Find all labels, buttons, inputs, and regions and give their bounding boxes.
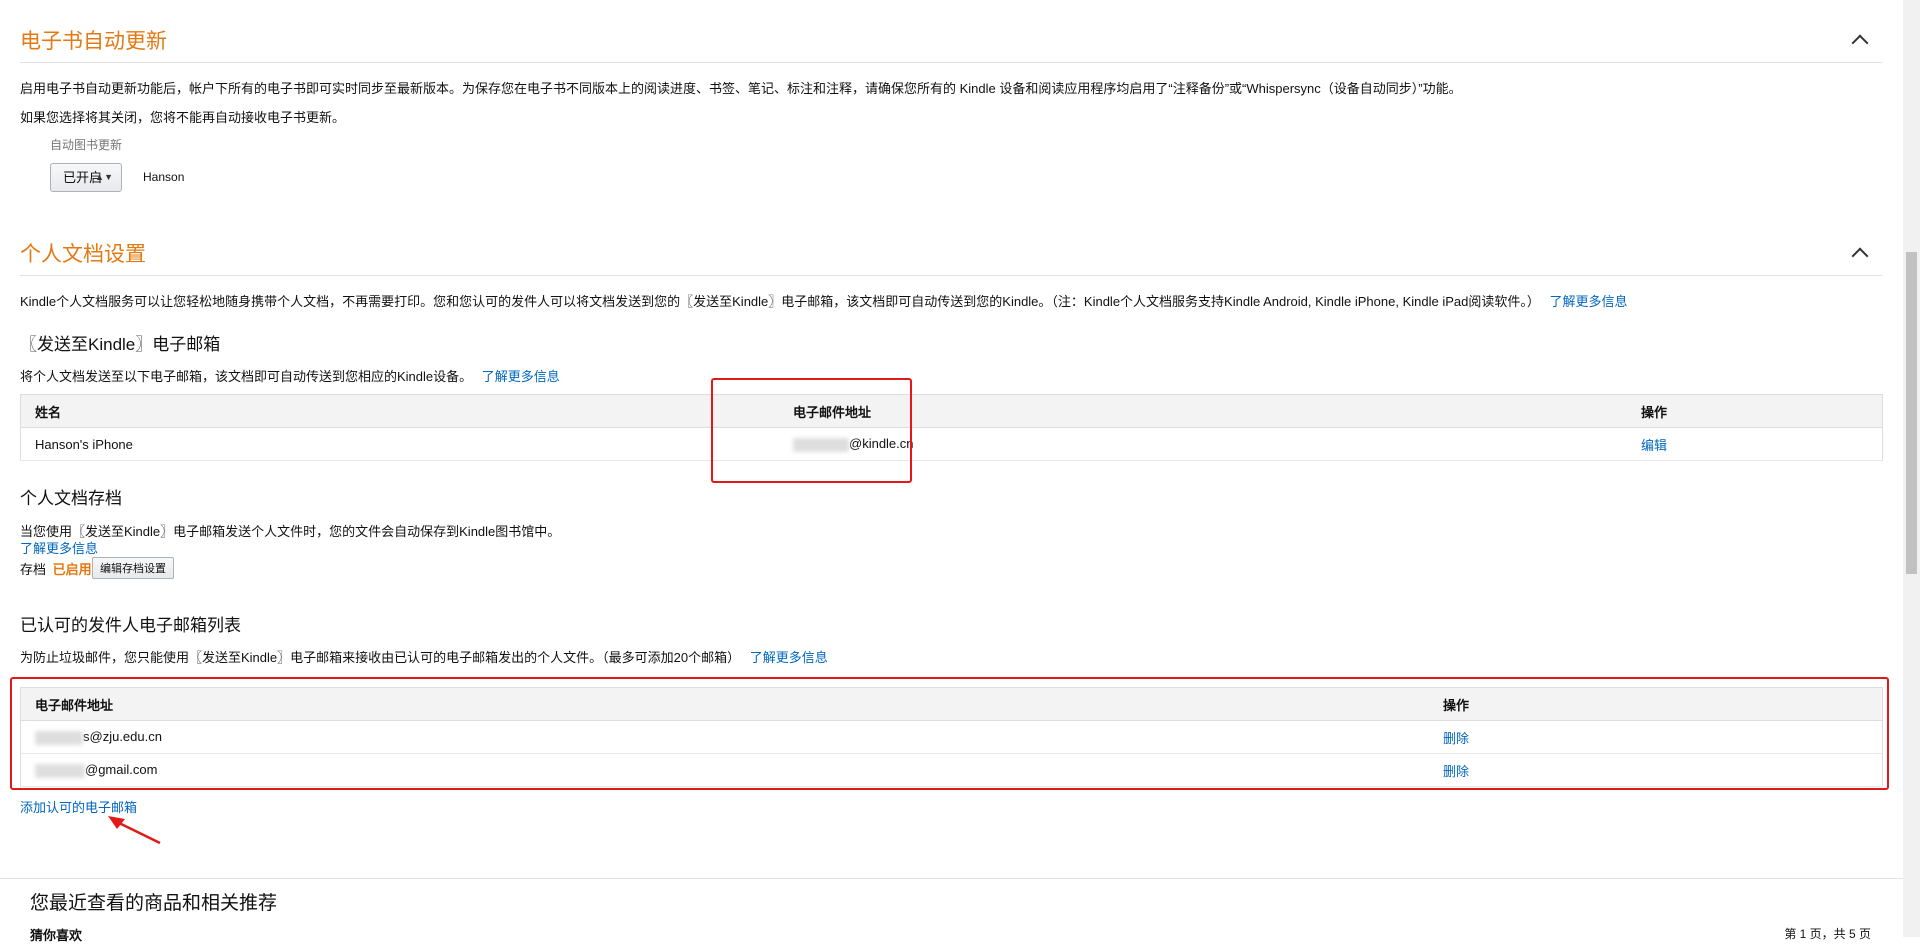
column-header-name: 姓名 xyxy=(20,394,779,428)
archive-heading: 个人文档存档 xyxy=(20,489,122,508)
personal-section-header[interactable]: 个人文档设置 xyxy=(20,233,1882,276)
approved-learn-more-link[interactable]: 了解更多信息 xyxy=(750,650,828,665)
annotation-arrow-icon xyxy=(108,816,161,845)
kindle-email-table: 姓名 电子邮件地址 操作 Hanson's iPhone @kindle.cn … xyxy=(20,394,1883,461)
table-header-row: 姓名 电子邮件地址 操作 xyxy=(20,394,1883,428)
approved-senders-text: 为防止垃圾邮件，您只能使用〖发送至Kindle〗电子邮箱来接收由已认可的电子邮箱… xyxy=(20,650,741,665)
column-header-action: 操作 xyxy=(1627,394,1883,428)
personal-docs-description: Kindle个人文档服务可以让您轻松地随身携带个人文档，不再需要打印。您和您认可… xyxy=(20,291,1627,310)
recommendations-subtitle: 猜你喜欢 xyxy=(30,928,83,943)
approved-senders-description: 为防止垃圾邮件，您只能使用〖发送至Kindle〗电子邮箱来接收由已认可的电子邮箱… xyxy=(20,647,828,666)
auto-update-dropdown[interactable]: 已开启 ▲▼ xyxy=(50,163,122,192)
scrollbar-thumb[interactable] xyxy=(1906,252,1917,574)
send-to-kindle-description: 将个人文档发送至以下电子邮箱，该文档即可自动传送到您相应的Kindle设备。 了… xyxy=(20,366,560,385)
archive-status-value: 已启用 xyxy=(52,562,92,577)
recommendations-pager: 第 1 页，共 5 页 xyxy=(1784,927,1871,941)
ebook-description: 启用电子书自动更新功能后，帐户下所有的电子书即可实时同步至最新版本。为保存您在电… xyxy=(20,81,1462,96)
account-owner-name: Hanson xyxy=(143,170,185,184)
select-arrows-icon: ▲▼ xyxy=(95,172,113,182)
archive-status: 存档 已启用 xyxy=(20,559,92,578)
send-to-kindle-text: 将个人文档发送至以下电子邮箱，该文档即可自动传送到您相应的Kindle设备。 xyxy=(20,369,473,384)
chevron-up-icon xyxy=(1851,247,1869,265)
vertical-scrollbar[interactable] xyxy=(1903,0,1920,937)
table-row: Hanson's iPhone @kindle.cn 编辑 xyxy=(20,427,1883,461)
personal-learn-more-link[interactable]: 了解更多信息 xyxy=(1549,294,1627,309)
highlight-box-kindle-email xyxy=(711,378,912,483)
recommendations-panel: 您最近查看的商品和相关推荐 猜你喜欢 第 1 页，共 5 页 xyxy=(0,878,1903,943)
personal-section-title: 个人文档设置 xyxy=(20,243,146,266)
collapse-ebook-button[interactable] xyxy=(1850,30,1870,52)
page: 电子书自动更新 启用电子书自动更新功能后，帐户下所有的电子书即可实时同步至最新版… xyxy=(0,0,1903,943)
ebook-disable-note: 如果您选择将其关闭，您将不能再自动接收电子书更新。 xyxy=(20,110,346,125)
archive-status-label: 存档 xyxy=(20,562,47,577)
collapse-personal-button[interactable] xyxy=(1850,243,1870,265)
send-to-kindle-learn-more-link[interactable]: 了解更多信息 xyxy=(482,369,560,384)
archive-learn-more-link[interactable]: 了解更多信息 xyxy=(20,538,98,557)
action-cell: 编辑 xyxy=(1627,427,1883,461)
ebook-section-header[interactable]: 电子书自动更新 xyxy=(20,20,1882,63)
send-to-kindle-heading: 〖发送至Kindle〗电子邮箱 xyxy=(20,335,221,354)
device-name: Hanson's iPhone xyxy=(20,427,779,461)
ebook-section-title: 电子书自动更新 xyxy=(20,30,167,53)
recommendations-title: 您最近查看的商品和相关推荐 xyxy=(30,893,278,914)
highlight-box-approved-list xyxy=(10,677,1889,790)
edit-archive-settings-button[interactable]: 编辑存档设置 xyxy=(92,557,174,579)
archive-description: 当您使用〖发送至Kindle〗电子邮箱发送个人文件时，您的文件会自动保存到Kin… xyxy=(20,524,561,539)
approved-senders-heading: 已认可的发件人电子邮箱列表 xyxy=(20,616,241,635)
edit-link[interactable]: 编辑 xyxy=(1641,438,1667,453)
chevron-up-icon xyxy=(1851,34,1869,52)
personal-docs-text: Kindle个人文档服务可以让您轻松地随身携带个人文档，不再需要打印。您和您认可… xyxy=(20,294,1540,309)
auto-update-label: 自动图书更新 xyxy=(50,138,123,152)
